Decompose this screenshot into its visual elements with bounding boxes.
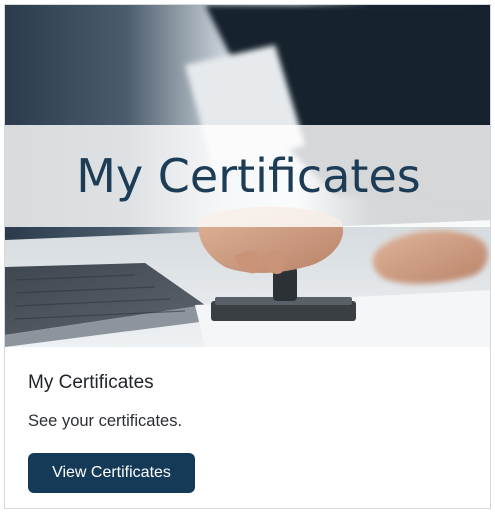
hero-banner-title: My Certificates [76,149,421,203]
card-description: See your certificates. [28,412,183,430]
card-body: My Certificates See your certificates. V… [5,347,490,508]
view-certificates-button[interactable]: View Certificates [28,453,195,493]
card-title: My Certificates [28,372,154,393]
certificates-card: My Certificates My Certificates See your… [4,4,491,509]
hero-image: My Certificates [5,5,490,347]
